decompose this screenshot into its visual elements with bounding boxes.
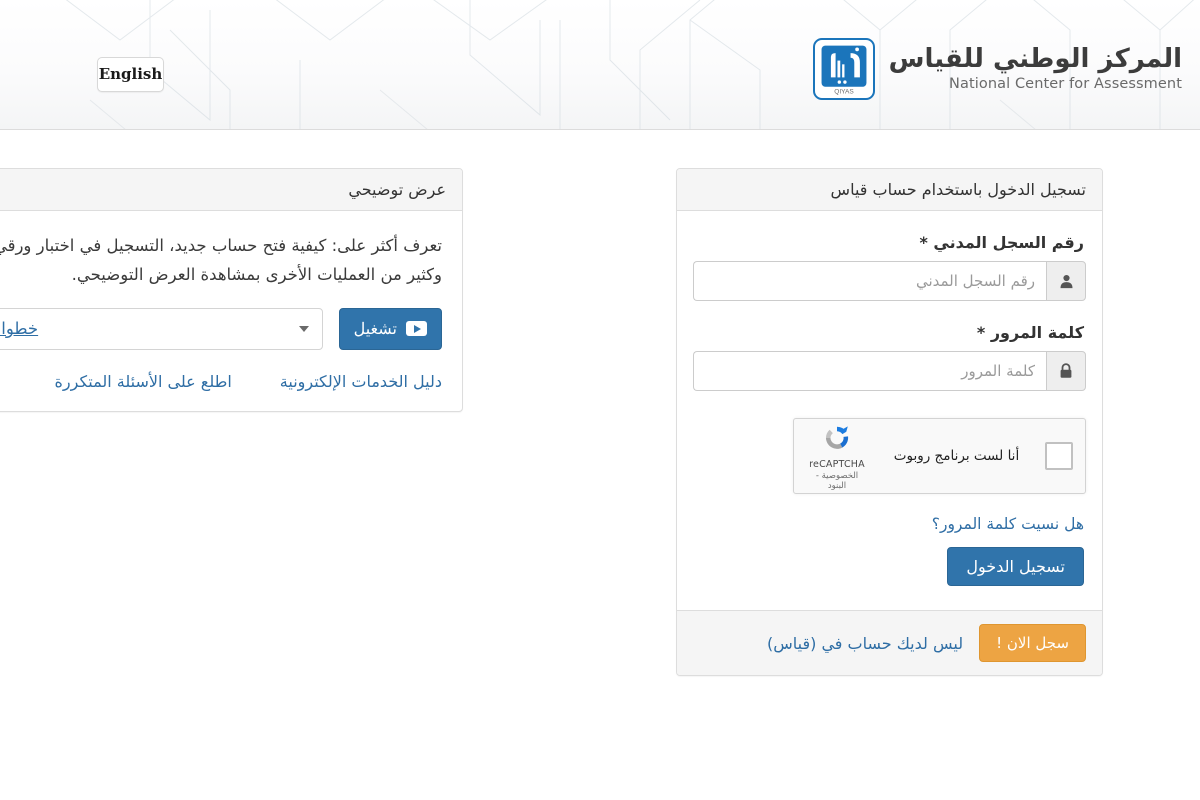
demo-topic-select[interactable]: خطوات فتح ملف جديد — [0, 307, 323, 350]
recaptcha-label: أنا لست برنامج روبوت — [893, 448, 1020, 464]
login-submit-button[interactable]: تسجيل الدخول — [947, 547, 1084, 586]
submit-row: تسجيل الدخول — [695, 547, 1084, 586]
demo-panel-heading: عرض توضيحي — [0, 169, 462, 211]
brand-name-arabic: المركز الوطني للقياس — [888, 43, 1182, 74]
recaptcha-widget: أنا لست برنامج روبوت reCAPTCHA الخصوصية … — [793, 418, 1086, 494]
civil-id-label: رقم السجل المدني * — [919, 233, 1084, 252]
eservices-guide-link[interactable]: اطلع على الأسئلة المتكررة — [55, 372, 232, 391]
demo-description: تعرف أكثر على: كيفية فتح حساب جديد، التس… — [0, 236, 442, 284]
chevron-down-icon — [298, 325, 309, 332]
user-icon — [1046, 261, 1086, 301]
login-panel: تسجيل الدخول باستخدام حساب قياس رقم السج… — [676, 168, 1103, 676]
play-icon — [406, 321, 427, 337]
brand-name-english: National Center for Assessment — [949, 75, 1182, 92]
register-now-button[interactable]: سجل الان ! — [979, 624, 1086, 662]
brand-text: المركز الوطني للقياس National Center for… — [889, 44, 1182, 94]
recaptcha-terms-link[interactable]: الخصوصية - البنود — [806, 471, 868, 491]
lock-icon — [1046, 351, 1086, 391]
password-input-group — [693, 351, 1086, 391]
language-toggle-button[interactable]: English — [97, 57, 164, 92]
password-label: كلمة المرور * — [976, 323, 1084, 342]
recaptcha-logo-icon — [825, 425, 849, 449]
faq-link[interactable]: دليل الخدمات الإلكترونية — [280, 372, 442, 391]
login-panel-heading: تسجيل الدخول باستخدام حساب قياس — [677, 169, 1102, 211]
register-row: سجل الان ! ليس لديك حساب في (قياس) — [693, 624, 1086, 662]
password-input[interactable] — [693, 351, 1046, 391]
civil-id-input-group — [693, 261, 1086, 301]
demo-topic-selected-value: خطوات فتح ملف جديد — [0, 319, 39, 339]
recaptcha-brand: reCAPTCHA الخصوصية - البنود — [806, 422, 868, 491]
demo-links: دليل الخدمات الإلكترونية اطلع على الأسئل… — [0, 372, 442, 391]
demo-panel-body: تعرف أكثر على: كيفية فتح حساب جديد، التس… — [0, 211, 462, 411]
site-header: English المركز الوطني للقياس National Ce… — [0, 0, 1200, 130]
recaptcha-brand-name: reCAPTCHA — [809, 458, 865, 470]
login-panel-body: رقم السجل المدني * كلمة المرور * — [677, 211, 1102, 610]
play-demo-label: تشغيل — [353, 320, 397, 338]
qiyas-logo-icon: QIYAS — [812, 38, 875, 100]
login-panel-footer: سجل الان ! ليس لديك حساب في (قياس) — [677, 610, 1102, 675]
svg-text:QIYAS: QIYAS — [834, 88, 854, 95]
civil-id-input[interactable] — [693, 261, 1046, 301]
recaptcha-checkbox[interactable] — [1045, 442, 1073, 470]
brand: المركز الوطني للقياس National Center for… — [812, 38, 1182, 100]
page-main: عرض توضيحي تعرف أكثر على: كيفية فتح حساب… — [0, 130, 1200, 800]
forgot-password-link[interactable]: هل نسيت كلمة المرور؟ — [695, 515, 1084, 533]
demo-panel: عرض توضيحي تعرف أكثر على: كيفية فتح حساب… — [0, 168, 463, 412]
no-account-text: ليس لديك حساب في (قياس) — [766, 633, 964, 653]
demo-controls: تشغيل خطوات فتح ملف جديد — [0, 307, 442, 350]
play-demo-button[interactable]: تشغيل — [338, 307, 442, 350]
